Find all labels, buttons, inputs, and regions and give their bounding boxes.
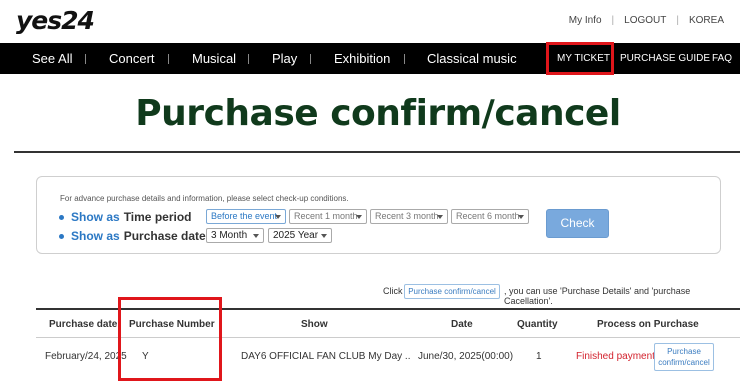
nav-divider [85,54,86,64]
col-show: Show [301,319,328,330]
bullet-icon [59,214,64,220]
main-nav: See All Concert Musical Play Exhibition … [0,43,740,74]
row-show-date: June/30, 2025(00:00) [418,351,514,362]
nav-faq[interactable]: FAQ [712,43,732,74]
nav-exhibition[interactable]: Exhibition [334,43,390,74]
chevron-down-icon [275,215,281,219]
time-period-label: Time period [123,210,192,224]
nav-concert[interactable]: Concert [109,43,155,74]
nav-purchase-guide[interactable]: PURCHASE GUIDE [620,43,710,74]
chevron-down-icon [321,234,327,238]
row-show-title[interactable]: DAY6 OFFICIAL FAN CLUB My Day .. [241,351,410,362]
row-quantity: 1 [536,351,542,362]
select-value: 3 Month [211,230,248,241]
col-date: Date [451,319,473,330]
recent-3-month-select[interactable]: Recent 3 month [370,209,448,224]
chevron-down-icon [437,215,443,219]
purchase-date-row: Show as Purchase date [59,229,206,243]
select-value: 2025 Year [273,230,319,241]
year-select[interactable]: 2025 Year [268,228,332,243]
col-process-on-purchase: Process on Purchase [597,319,699,330]
chevron-down-icon [518,215,524,219]
nav-play[interactable]: Play [272,43,297,74]
col-quantity: Quantity [517,319,558,330]
page-title: Purchase confirm/cancel [135,93,621,134]
select-value: Recent 3 month [375,211,439,221]
button-line-2: confirm/cancel [658,358,710,367]
nav-divider [168,54,169,64]
time-period-row: Show as Time period [59,210,191,224]
show-as-label: Show as [71,229,120,243]
korea-link[interactable]: KOREA [679,15,734,26]
nav-see-all[interactable]: See All [32,43,72,74]
my-ticket-highlight-box [546,42,614,75]
col-purchase-date: Purchase date [49,319,118,330]
row-status: Finished payment [576,351,655,362]
title-divider [14,151,740,153]
help-text-click: Click [383,286,403,296]
purchase-confirm-cancel-help-button[interactable]: Purchase confirm/cancel [404,284,500,299]
nav-classical-music[interactable]: Classical music [427,43,517,74]
conditions-hint: For advance purchase details and informa… [60,194,349,203]
nav-musical[interactable]: Musical [192,43,236,74]
nav-divider [248,54,249,64]
button-line-1: Purchase [667,347,701,356]
select-value: Recent 1 month [294,211,358,221]
bullet-icon [59,233,64,239]
before-event-select[interactable]: Before the event [206,209,286,224]
nav-divider [404,54,405,64]
help-text-description: , you can use 'Purchase Details' and 'pu… [504,286,691,306]
purchase-number-highlight-box [118,297,222,381]
chevron-down-icon [356,215,362,219]
purchase-date-label: Purchase date [123,229,206,243]
top-header: yes24 My Info | LOGOUT | KOREA [0,0,740,43]
row-purchase-date: February/24, 2025 [45,351,127,362]
show-as-label: Show as [71,210,120,224]
recent-1-month-select[interactable]: Recent 1 month [289,209,367,224]
yes24-logo[interactable]: yes24 [16,6,95,35]
purchase-confirm-cancel-button[interactable]: Purchase confirm/cancel [654,343,714,371]
check-button[interactable]: Check [546,209,609,238]
logout-link[interactable]: LOGOUT [614,15,676,26]
utility-links: My Info | LOGOUT | KOREA [559,15,734,26]
recent-6-month-select[interactable]: Recent 6 month [451,209,529,224]
select-value: Before the event [211,211,278,221]
my-info-link[interactable]: My Info [559,15,612,26]
chevron-down-icon [253,234,259,238]
month-select[interactable]: 3 Month [206,228,264,243]
search-conditions-panel: For advance purchase details and informa… [36,176,721,254]
nav-divider [310,54,311,64]
select-value: Recent 6 month [456,211,520,221]
